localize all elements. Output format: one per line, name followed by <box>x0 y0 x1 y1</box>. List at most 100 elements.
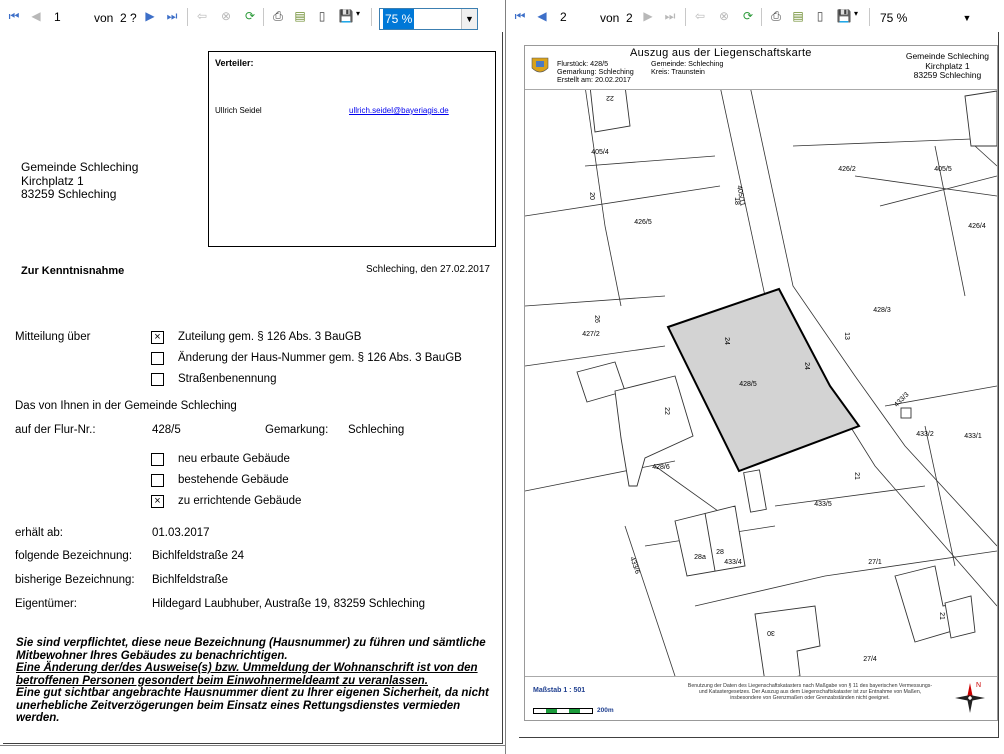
toolbar-separator <box>371 8 372 26</box>
chevron-down-icon[interactable]: ▼ <box>959 8 975 28</box>
last-page-icon[interactable]: ⏭ <box>163 7 181 25</box>
page-layout-icon[interactable]: ▤ <box>291 7 309 25</box>
checkbox-bestehend[interactable] <box>151 474 164 487</box>
mitteilung-label: Mitteilung über <box>15 331 91 343</box>
prev-page-icon[interactable]: ◀ <box>27 7 45 25</box>
export-icon[interactable]: 💾 <box>337 7 355 25</box>
first-page-icon[interactable]: ⏮ <box>511 7 529 25</box>
recipient-line: 83259 Schleching <box>21 187 117 201</box>
map-scale: Maßstab 1 : 501 <box>533 687 586 694</box>
stop-icon[interactable]: ⊗ <box>715 7 733 25</box>
pane-bottom-border <box>0 745 505 746</box>
map-meta-mid: Gemeinde: Schleching Kreis: Traunstein <box>651 59 723 77</box>
page-setup-icon[interactable]: ▯ <box>313 7 331 25</box>
verteiler-title: Verteiler: <box>215 58 254 68</box>
export-dropdown-icon[interactable]: ▾ <box>356 9 360 18</box>
page-of-label: von <box>600 11 620 25</box>
next-page-icon[interactable]: ▶ <box>141 7 159 25</box>
checkbox-zuteilung[interactable]: × <box>151 331 164 344</box>
letter-page: Verteiler: Ullrich Seidel ullrich.seidel… <box>3 32 503 744</box>
back-icon[interactable]: ⇦ <box>193 7 211 25</box>
last-page-icon[interactable]: ⏭ <box>661 7 679 25</box>
kreis-text: Kreis: Traunstein <box>651 67 705 77</box>
right-toolbar: ⏮ ◀ 2 von 2 ▶ ⏭ ⇦ ⊗ ⟳ ⎙ ▤ ▯ 💾 ▾ 75 % ▼ <box>509 3 1001 29</box>
page-number-input[interactable]: 2 <box>557 8 595 26</box>
bisherige-value: Bichlfeldstraße <box>152 574 229 586</box>
toolbar-separator <box>187 8 188 26</box>
eigentuemer-label: Eigentümer: <box>15 598 78 610</box>
back-icon[interactable]: ⇦ <box>691 7 709 25</box>
parcel-label: 433/4 <box>724 559 742 566</box>
option-label: Straßenbenennung <box>178 373 277 385</box>
cadastral-map-frame: 405/4 426/2 405/5 426/5 426/4 428/3 427/2 428/5… <box>524 45 998 721</box>
house-number: 28 <box>716 549 724 556</box>
chevron-down-icon[interactable]: ▼ <box>461 9 477 29</box>
highlighted-parcel <box>666 287 861 473</box>
parcel-label: 428/6 <box>652 464 670 471</box>
parcel-label: 426/5 <box>634 219 652 226</box>
page-number-input[interactable]: 1 <box>51 8 89 26</box>
folgende-label: folgende Bezeichnung: <box>15 550 133 562</box>
date-line: Schleching, den 27.02.2017 <box>366 264 490 275</box>
parcel-label: 405/4 <box>591 149 609 156</box>
erhaelt-label: erhält ab: <box>15 527 63 539</box>
next-page-icon[interactable]: ▶ <box>639 7 657 25</box>
map-organization: Gemeinde Schleching Kirchplatz 1 83259 S… <box>906 51 989 81</box>
right-report-pane: ⏮ ◀ 2 von 2 ▶ ⏭ ⇦ ⊗ ⟳ ⎙ ▤ ▯ 💾 ▾ 75 % ▼ 4… <box>505 0 1004 754</box>
parcel-label: 433/2 <box>916 431 934 438</box>
page-total: 2 ? <box>120 11 137 25</box>
checkbox-aenderung[interactable] <box>151 352 164 365</box>
gemarkung-value: Schleching <box>348 424 405 436</box>
map-header: Auszug aus der Liegenschaftskarte Flurst… <box>525 46 997 90</box>
recipient-address: Gemeinde Schleching Kirchplatz 1 83259 S… <box>21 160 139 202</box>
scale-bar-label: 200m <box>597 707 614 714</box>
verteiler-email-link[interactable]: ullrich.seidel@bayeriagis.de <box>349 106 449 115</box>
subject-heading: Zur Kenntnisnahme <box>21 265 125 277</box>
recipient-line: Gemeinde Schleching <box>21 160 139 174</box>
page-layout-icon[interactable]: ▤ <box>789 7 807 25</box>
house-number: 30 <box>767 629 775 636</box>
export-icon[interactable]: 💾 <box>835 7 853 25</box>
map-page: 405/4 426/2 405/5 426/5 426/4 428/3 427/2 428/5… <box>519 32 999 738</box>
house-number: 13 <box>843 332 850 340</box>
print-icon[interactable]: ⎙ <box>767 7 785 25</box>
refresh-icon[interactable]: ⟳ <box>739 7 757 25</box>
checkbox-strassenbenennung[interactable] <box>151 373 164 386</box>
house-number: 22 <box>663 407 670 415</box>
house-number: 21 <box>853 472 860 480</box>
checkbox-neu-erbaut[interactable] <box>151 453 164 466</box>
notice-text: Eine gut sichtbar angebrachte Hausnummer… <box>16 687 489 724</box>
print-icon[interactable]: ⎙ <box>269 7 287 25</box>
toolbar-separator <box>685 8 686 26</box>
house-number: 24 <box>723 337 730 345</box>
map-footer: Maßstab 1 : 501 200m Benutzung der Daten… <box>525 676 997 720</box>
checkbox-zu-errichten[interactable]: × <box>151 495 164 508</box>
prev-page-icon[interactable]: ◀ <box>533 7 551 25</box>
refresh-icon[interactable]: ⟳ <box>241 7 259 25</box>
page-setup-icon[interactable]: ▯ <box>811 7 829 25</box>
parcel-label: 433/1 <box>964 433 982 440</box>
flur-value: 428/5 <box>152 424 181 436</box>
bisherige-label: bisherige Bezeichnung: <box>15 574 135 586</box>
parcel-label: 427/2 <box>582 331 600 338</box>
zoom-select[interactable]: 75 % ▼ <box>379 8 478 30</box>
gemeinde-sentence: Das von Ihnen in der Gemeinde Schleching <box>15 400 237 412</box>
building-option-label: bestehende Gebäude <box>178 474 289 486</box>
flur-label: auf der Flur-Nr.: <box>15 424 96 436</box>
export-dropdown-icon[interactable]: ▾ <box>854 9 858 18</box>
parcel-label: 433/5 <box>814 501 832 508</box>
zoom-select[interactable]: 75 % ▼ <box>877 8 975 30</box>
parcel-label: 426/2 <box>838 166 856 173</box>
folgende-value: Bichlfeldstraße 24 <box>152 550 245 562</box>
page-of-label: von <box>94 11 114 25</box>
notice-text: Sie sind verpflichtet, diese neue Bezeic… <box>16 637 486 662</box>
parcel-label: 433/3 <box>893 391 910 408</box>
stop-icon[interactable]: ⊗ <box>217 7 235 25</box>
house-number: 28a <box>694 554 706 561</box>
erhaelt-value: 01.03.2017 <box>152 527 210 539</box>
first-page-icon[interactable]: ⏮ <box>5 7 23 25</box>
option-label: Änderung der Haus-Nummer gem. § 126 Abs.… <box>178 352 462 364</box>
zoom-value: 75 % <box>383 9 415 29</box>
left-toolbar: ⏮ ◀ 1 von 2 ? ▶ ⏭ ⇦ ⊗ ⟳ ⎙ ▤ ▯ 💾 ▾ 75 % ▼ <box>3 3 502 30</box>
parcel-label: 433/6 <box>628 556 641 575</box>
